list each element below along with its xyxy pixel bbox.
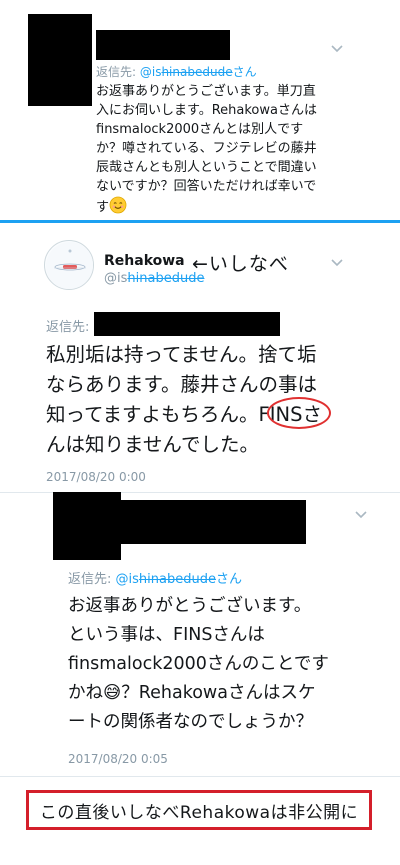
reply-to-handle-struck: hinabedude (161, 65, 233, 79)
tweet-3-text: お返事ありがとうございます。 という事は、FINSさんは finsmalock2… (68, 592, 388, 737)
tweet-2-text: 私別垢は持ってません。捨て垢 ならあります。藤井さんの事は 知ってますよもちろん… (46, 340, 386, 460)
reply-to-line: 返信先: (46, 316, 89, 335)
reply-to-label: 返信先: (46, 320, 90, 335)
redacted-display-name (120, 500, 306, 544)
tweet-3-line: という事は、FINSさんは (68, 625, 265, 645)
tweet-3-timestamp[interactable]: 2017/08/20 0:05 (68, 752, 168, 766)
thread-divider (0, 220, 400, 223)
tweet-1-line: ないですか？回答いただければ幸いで (96, 179, 317, 194)
fins-highlight-circle (267, 397, 331, 429)
tweet-1-line: finsmalock2000さんとは別人です (96, 122, 304, 137)
reply-to-line: 返信先: @ishinabedudeさん (68, 568, 242, 587)
redacted-display-name (96, 30, 230, 60)
chevron-down-icon[interactable] (354, 510, 372, 524)
reply-to-label: 返信先: (68, 572, 116, 587)
tweet-1-text: お返事ありがとうございます。単刀直 入にお伺いします。Rehakowaさんは f… (96, 82, 388, 217)
user-handle-struck: hinabedude (127, 271, 205, 286)
chevron-down-icon[interactable] (330, 258, 348, 272)
tweet-3-line: ートの関係者なのでしょうか？ (68, 712, 313, 732)
tweet-1-line: お返事ありがとうございます。単刀直 (96, 84, 316, 99)
reply-to-suffix: さん (232, 65, 257, 79)
reply-to-label: 返信先: (96, 65, 140, 79)
avatar[interactable] (44, 240, 94, 290)
smiling-face-emoji-icon (109, 196, 127, 214)
tweet-1-last-text: す (96, 200, 110, 215)
tweet-1-line: 辰哉さんとも別人ということで間違い (96, 160, 317, 175)
redacted-avatar (53, 492, 121, 560)
reply-to-handle-struck: hinabedude (138, 572, 216, 587)
redacted-avatar (28, 14, 92, 106)
tweet-2-line: ならあります。藤井さんの事は (46, 373, 318, 396)
tweet-divider (0, 776, 400, 777)
tweet-1-line: 入にお伺いします。Rehakowaさんは (96, 103, 317, 118)
reply-to-handle[interactable]: @is (140, 65, 162, 79)
screenshot-page: 返信先: @ishinabedudeさん お返事ありがとうございます。単刀直 入… (0, 0, 400, 865)
user-handle[interactable]: @ishinabedude (104, 271, 204, 286)
redacted-reply-handle (94, 312, 280, 336)
user-handle-plain: @is (104, 271, 128, 286)
tweet-2-line: んは知りませんでした。 (46, 433, 259, 456)
reply-to-handle[interactable]: @is (116, 572, 139, 587)
tweet-3-line: お返事ありがとうございます。 (68, 596, 312, 616)
chevron-down-icon[interactable] (330, 44, 348, 58)
footer-annotation-box: この直後いしなべRehakowaは非公開に (26, 790, 372, 830)
reply-to-line: 返信先: @ishinabedudeさん (96, 63, 257, 80)
handwritten-annotation: ←いしなべ (192, 253, 289, 275)
reply-to-suffix: さん (215, 572, 242, 587)
footer-annotation-text: この直後いしなべRehakowaは非公開に (39, 802, 359, 823)
display-name[interactable]: Rehakowa (104, 253, 185, 269)
tweet-2-line: 私別垢は持ってません。捨て垢 (46, 343, 317, 366)
tweet-2-line: 知ってますよもちろん。FINSさ (46, 403, 322, 426)
tweet-3-line: かね😅？Rehakowaさんはスケ (68, 683, 316, 703)
tweet-3-line: finsmalock2000さんのことです (68, 654, 329, 674)
tweet-1-line-last: す (96, 196, 388, 217)
tweet-1-line: か？噂されている、フジテレビの藤井 (96, 141, 317, 156)
tweet-2-timestamp[interactable]: 2017/08/20 0:00 (46, 470, 146, 484)
